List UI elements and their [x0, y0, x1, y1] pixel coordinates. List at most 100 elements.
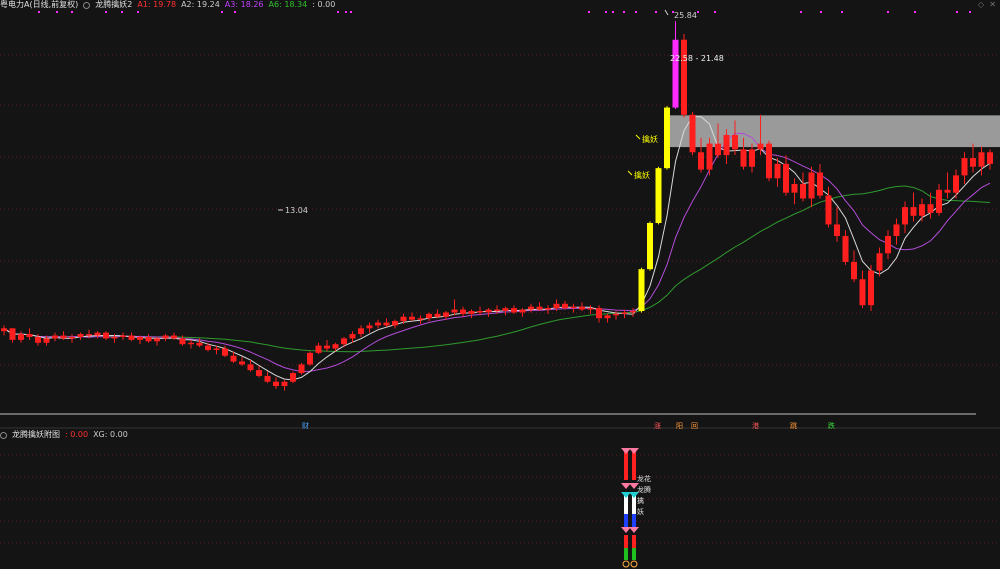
candle-body [842, 235, 849, 262]
sub-diamond-icon [629, 527, 639, 533]
signal-dot [137, 11, 139, 13]
settings-circle-icon[interactable] [83, 1, 91, 9]
sub-bar-red [624, 535, 628, 548]
candle-body [647, 222, 653, 270]
candle-body [281, 381, 288, 387]
candle-body [434, 313, 441, 317]
sub-text-4: 妖 [637, 507, 644, 516]
candle-body [783, 163, 789, 193]
candle-body [740, 149, 747, 167]
candle-body [69, 336, 75, 339]
candle-body [579, 306, 585, 310]
stock-title[interactable]: 粤电力A(日线,前复权) [0, 0, 78, 10]
signal-dot [345, 11, 347, 13]
candle-body [256, 370, 262, 376]
sub-ring-icon [622, 560, 630, 568]
signal-label-1: 擒妖 [642, 134, 658, 144]
candle-body [94, 332, 101, 336]
candle-body [800, 184, 806, 199]
candle-body [383, 322, 390, 326]
sub-indicator-name[interactable]: 龙腾擒妖附图 [12, 430, 60, 440]
candle-body [222, 348, 228, 356]
candle-body [392, 321, 398, 326]
signal-dot [350, 11, 352, 13]
candle-body [9, 328, 16, 340]
signal-dot [969, 11, 971, 13]
candle-body [52, 335, 58, 339]
candle-body [18, 334, 24, 340]
candle-body [587, 308, 594, 310]
candle-body [961, 158, 968, 176]
signal-dot [56, 11, 58, 13]
xg-label: XG: [93, 430, 108, 439]
candle-body [876, 253, 883, 271]
candle-body [273, 381, 279, 387]
candle-body [502, 308, 509, 311]
marker-hui: 回 [691, 422, 698, 430]
candle-body [103, 332, 109, 339]
candle-body [366, 325, 373, 329]
signal-dot [887, 11, 889, 13]
candle-body [477, 311, 483, 313]
marker-zhang: 涨 [654, 421, 661, 430]
candle-body [443, 312, 449, 317]
candle-body [698, 152, 704, 170]
diamond-icon[interactable]: ◇ [978, 0, 984, 9]
candle-body [604, 315, 611, 319]
candle-body [290, 373, 296, 382]
candle-body [953, 175, 959, 193]
marker-die: 跌 [828, 421, 835, 430]
signal-dot [697, 11, 699, 13]
candle-body [179, 338, 186, 345]
candle-body [60, 335, 67, 339]
candle-body [460, 309, 466, 314]
candle-body [307, 352, 313, 365]
resistance-box [667, 115, 1000, 148]
candle-body [655, 168, 662, 223]
signal-dot [221, 11, 223, 13]
candle-body [638, 269, 645, 311]
candle-body [910, 207, 917, 216]
sub-bar-green [624, 548, 628, 560]
sub-settings-circle-icon[interactable] [0, 431, 7, 439]
candle-body [757, 143, 764, 150]
signal-dot [800, 11, 802, 13]
signal-dot [655, 11, 657, 13]
candle-body [621, 312, 628, 314]
candle-body [774, 163, 781, 179]
sub-value: : 0.00 [65, 430, 89, 439]
candle-body [689, 114, 696, 153]
sub-text-3: 擒 [637, 496, 644, 505]
high-arrow [664, 9, 669, 16]
signal-dot [605, 11, 607, 13]
sub-text-2: 龙腾 [637, 485, 651, 494]
candle-body [808, 172, 815, 199]
candle-body [868, 270, 874, 306]
a1-label: A1: [137, 0, 151, 9]
signal-dot [234, 11, 236, 13]
candle-body [978, 152, 985, 167]
signal-dot [588, 11, 590, 13]
extra-value: : 0.00 [312, 0, 336, 9]
candle-body [613, 313, 619, 316]
marker-yang: 阳 [676, 421, 683, 430]
close-icon[interactable]: ✕ [989, 0, 996, 9]
candle-body [426, 313, 432, 319]
sub-diamond-icon [621, 527, 631, 533]
candle-body [145, 336, 152, 342]
low-price-label: 13.04 [285, 206, 308, 215]
moving-average-layer [3, 115, 991, 381]
signal-dot [841, 11, 843, 13]
indicator-name[interactable]: 龙腾擒妖2 [95, 0, 132, 10]
marker-gang: 港 [752, 421, 759, 430]
candle-body [944, 189, 951, 193]
signal-dot [71, 11, 73, 13]
candle-body [902, 207, 908, 225]
candle-body [825, 195, 832, 225]
candle-body [451, 309, 458, 313]
candle-body [536, 306, 543, 310]
xg-value: 0.00 [109, 430, 128, 439]
candle-body [171, 335, 177, 339]
annotation-layer: 25.84 13.04 22.58 - 21.48 擒妖 擒妖 财 涨 阳 回 … [285, 11, 835, 516]
candle-body [247, 364, 254, 371]
